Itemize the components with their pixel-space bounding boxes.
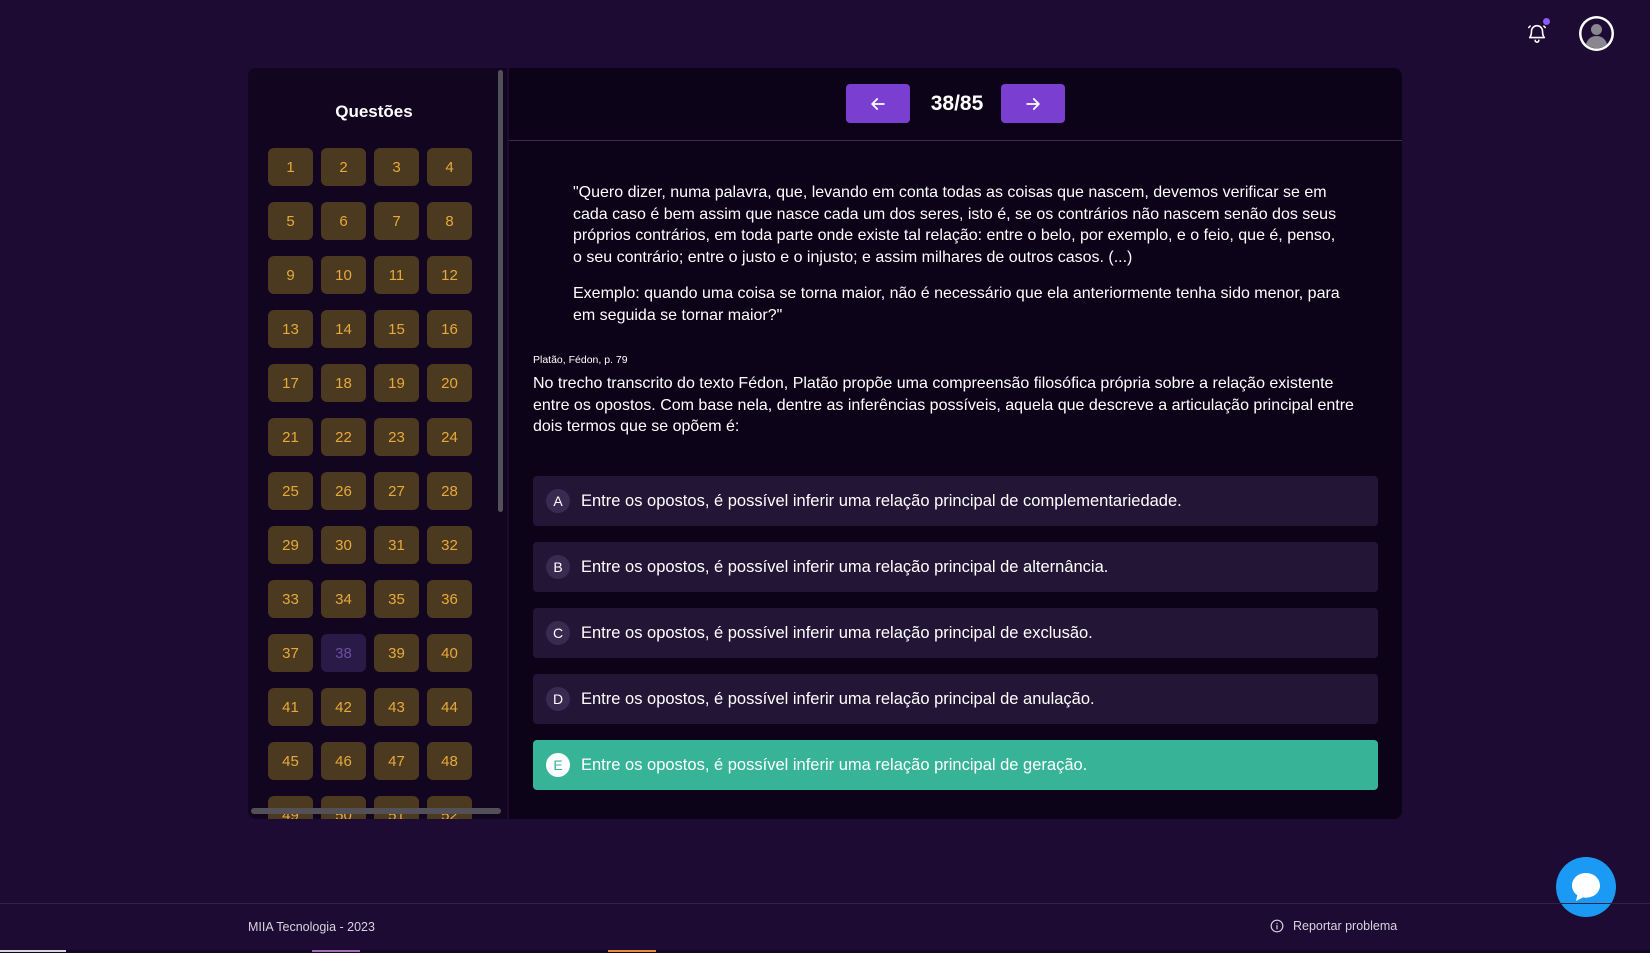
report-problem-label: Reportar problema (1293, 919, 1398, 933)
question-button-1[interactable]: 1 (268, 148, 313, 186)
question-button-23[interactable]: 23 (374, 418, 419, 456)
question-nav-bar: 38/85 (509, 68, 1402, 141)
option-a[interactable]: A Entre os opostos, é possível inferir u… (533, 476, 1378, 526)
question-button-5[interactable]: 5 (268, 202, 313, 240)
question-button-48[interactable]: 48 (427, 742, 472, 780)
question-button-3[interactable]: 3 (374, 148, 419, 186)
question-button-35[interactable]: 35 (374, 580, 419, 618)
question-button-19[interactable]: 19 (374, 364, 419, 402)
question-counter: 38/85 (930, 92, 984, 115)
option-letter: A (546, 489, 570, 513)
question-button-26[interactable]: 26 (321, 472, 366, 510)
question-button-18[interactable]: 18 (321, 364, 366, 402)
option-text: Entre os opostos, é possível inferir uma… (581, 557, 1109, 576)
question-button-15[interactable]: 15 (374, 310, 419, 348)
option-letter: E (546, 753, 570, 777)
question-button-47[interactable]: 47 (374, 742, 419, 780)
question-button-44[interactable]: 44 (427, 688, 472, 726)
option-e[interactable]: E Entre os opostos, é possível inferir u… (533, 740, 1378, 790)
arrow-right-icon (1026, 97, 1040, 110)
question-button-20[interactable]: 20 (427, 364, 472, 402)
question-button-40[interactable]: 40 (427, 634, 472, 672)
question-button-21[interactable]: 21 (268, 418, 313, 456)
quote-source: Platão, Fédon, p. 79 (533, 354, 628, 366)
question-button-27[interactable]: 27 (374, 472, 419, 510)
user-avatar-icon (1581, 18, 1612, 49)
question-button-9[interactable]: 9 (268, 256, 313, 294)
question-button-39[interactable]: 39 (374, 634, 419, 672)
edge-segment (0, 950, 66, 952)
question-button-28[interactable]: 28 (427, 472, 472, 510)
question-button-17[interactable]: 17 (268, 364, 313, 402)
question-button-42[interactable]: 42 (321, 688, 366, 726)
question-button-36[interactable]: 36 (427, 580, 472, 618)
report-problem-link[interactable]: Reportar problema (1270, 919, 1397, 933)
question-button-16[interactable]: 16 (427, 310, 472, 348)
question-button-14[interactable]: 14 (321, 310, 366, 348)
questions-sidebar: Questões 1 2 3 4 5 6 7 8 9 10 11 12 13 14 15 16 17 18 19 20… (248, 68, 507, 819)
option-letter: C (546, 621, 570, 645)
question-button-25[interactable]: 25 (268, 472, 313, 510)
footer-divider (0, 903, 1650, 904)
option-letter: B (546, 555, 570, 579)
question-button-34[interactable]: 34 (321, 580, 366, 618)
question-panel: 38/85 "Quero dizer, numa palavra, que, l… (509, 68, 1402, 819)
question-button-10[interactable]: 10 (321, 256, 366, 294)
question-button-31[interactable]: 31 (374, 526, 419, 564)
vertical-scrollbar[interactable] (498, 70, 503, 512)
user-avatar[interactable] (1579, 16, 1614, 51)
question-button-12[interactable]: 12 (427, 256, 472, 294)
option-text: Entre os opostos, é possível inferir uma… (581, 623, 1093, 642)
bell-icon[interactable] (1526, 22, 1548, 44)
question-button-29[interactable]: 29 (268, 526, 313, 564)
question-button-22[interactable]: 22 (321, 418, 366, 456)
question-button-7[interactable]: 7 (374, 202, 419, 240)
question-button-13[interactable]: 13 (268, 310, 313, 348)
question-statement: No trecho transcrito do texto Fédon, Pla… (533, 375, 1354, 435)
option-d[interactable]: D Entre os opostos, é possível inferir u… (533, 674, 1378, 724)
option-letter: D (546, 687, 570, 711)
option-b[interactable]: B Entre os opostos, é possível inferir u… (533, 542, 1378, 592)
question-quote: "Quero dizer, numa palavra, que, levando… (573, 182, 1343, 326)
option-text: Entre os opostos, é possível inferir uma… (581, 491, 1182, 510)
question-button-6[interactable]: 6 (321, 202, 366, 240)
question-button-32[interactable]: 32 (427, 526, 472, 564)
question-button-43[interactable]: 43 (374, 688, 419, 726)
option-text: Entre os opostos, é possível inferir uma… (581, 755, 1088, 774)
sidebar-title: Questões (335, 102, 413, 121)
question-button-8[interactable]: 8 (427, 202, 472, 240)
question-button-45[interactable]: 45 (268, 742, 313, 780)
info-circle-icon (1270, 919, 1284, 933)
option-c[interactable]: C Entre os opostos, é possível inferir u… (533, 608, 1378, 658)
footer-copyright: MIIA Tecnologia - 2023 (248, 920, 375, 934)
question-button-4[interactable]: 4 (427, 148, 472, 186)
question-button-38[interactable]: 38 (321, 634, 366, 672)
notification-dot (1543, 18, 1550, 25)
edge-segment (312, 950, 360, 952)
arrow-left-icon (871, 97, 885, 110)
question-button-33[interactable]: 33 (268, 580, 313, 618)
next-question-button[interactable] (1001, 84, 1065, 123)
question-button-30[interactable]: 30 (321, 526, 366, 564)
previous-question-button[interactable] (846, 84, 910, 123)
chat-button[interactable] (1556, 857, 1616, 917)
question-button-37[interactable]: 37 (268, 634, 313, 672)
question-button-46[interactable]: 46 (321, 742, 366, 780)
question-button-41[interactable]: 41 (268, 688, 313, 726)
question-button-2[interactable]: 2 (321, 148, 366, 186)
quote-paragraph-2: Exemplo: quando uma coisa se torna maior… (573, 285, 1340, 324)
chat-bubble-icon (1572, 873, 1600, 901)
question-button-24[interactable]: 24 (427, 418, 472, 456)
horizontal-scrollbar[interactable] (251, 808, 501, 814)
quote-paragraph-1: "Quero dizer, numa palavra, que, levando… (573, 184, 1337, 266)
question-button-11[interactable]: 11 (374, 256, 419, 294)
option-text: Entre os opostos, é possível inferir uma… (581, 689, 1095, 708)
edge-segment (608, 950, 656, 952)
